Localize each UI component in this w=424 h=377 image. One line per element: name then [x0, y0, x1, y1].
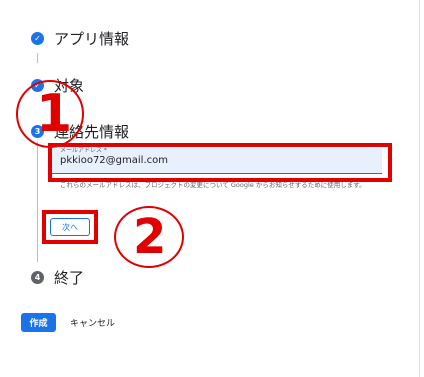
- cancel-button[interactable]: キャンセル: [70, 313, 115, 332]
- step-connector: [37, 142, 38, 262]
- step-4-label[interactable]: 終了: [54, 267, 84, 288]
- step-connector: [37, 53, 38, 63]
- highlight-box-email: [48, 143, 392, 182]
- annotation-number-1: 1: [36, 84, 73, 144]
- annotation-number-2: 2: [133, 209, 167, 265]
- panel-border: [419, 0, 420, 377]
- step-1-check-icon: ✓: [31, 32, 44, 45]
- annotation-circle-1: 1: [16, 80, 84, 148]
- create-button[interactable]: 作成: [21, 313, 56, 332]
- step-1-label[interactable]: アプリ情報: [54, 28, 129, 49]
- email-helper-text: これらのメールアドレスは、プロジェクトの変更について Google からお知らせ…: [60, 181, 366, 189]
- next-button[interactable]: 次へ: [50, 218, 90, 236]
- annotation-circle-2: 2: [114, 206, 184, 268]
- step-4-number-icon: 4: [31, 271, 44, 284]
